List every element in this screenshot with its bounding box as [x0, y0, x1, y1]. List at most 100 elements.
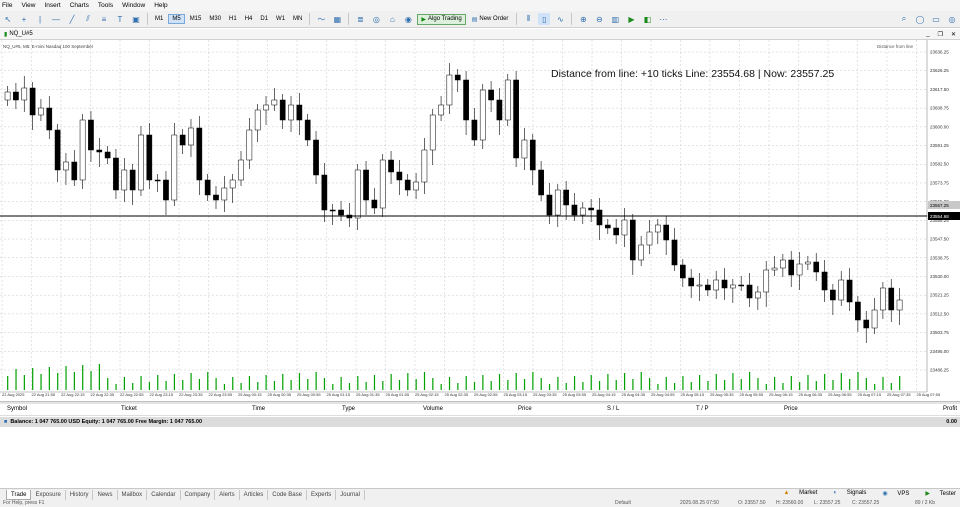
price-tick-label: 23495.00 [930, 349, 949, 354]
col-symbol[interactable]: Symbol [7, 406, 27, 412]
candle-body [730, 284, 736, 289]
balance-icon: ■ [4, 419, 8, 425]
candle-body [138, 134, 144, 191]
line-chart-icon[interactable]: ∿ [554, 13, 566, 25]
toolbar: ↖ + | — ╱ ⫽ ≡ T ▣ M1 M5 M15 M30 H1 H4 D1… [0, 11, 960, 28]
cursor-icon[interactable]: ↖ [2, 13, 14, 25]
col-price-current[interactable]: Price [784, 406, 798, 412]
time-tick-label: 22 Aug 23:55 [209, 392, 233, 397]
tab-experts[interactable]: Experts [307, 489, 337, 500]
templates-icon[interactable]: ▦ [331, 13, 343, 25]
chat-icon[interactable]: ▭ [930, 13, 942, 25]
candle-body [688, 277, 695, 287]
volume-bar [707, 381, 709, 390]
vertical-line-icon[interactable]: | [34, 13, 46, 25]
chart-tab[interactable]: ▮ NQ_U#5 [0, 31, 37, 38]
tf-m30[interactable]: M30 [206, 15, 224, 23]
price-chart[interactable]: 23636.25 23626.25 23617.50 23608.75 23600.00… [0, 40, 960, 400]
volume-bar [107, 378, 109, 390]
tile-windows-icon[interactable]: ▥ [609, 13, 621, 25]
col-price[interactable]: Price [518, 406, 532, 412]
zoom-in-icon[interactable]: ⊕ [577, 13, 589, 25]
tf-h1[interactable]: H1 [226, 15, 240, 23]
ide-icon[interactable]: ≣ [354, 13, 366, 25]
tab-company[interactable]: Company [181, 489, 216, 500]
menu-charts[interactable]: Charts [68, 2, 96, 9]
tab-mailbox[interactable]: Mailbox [118, 489, 148, 500]
grid-icon[interactable]: ⋯ [657, 13, 669, 25]
menu-help[interactable]: Help [152, 2, 174, 9]
menu-tools[interactable]: Tools [96, 2, 120, 9]
tf-w1[interactable]: W1 [273, 15, 288, 23]
menu-view[interactable]: View [19, 2, 42, 9]
col-profit[interactable]: Profit [943, 406, 957, 412]
horizontal-line-icon[interactable]: — [50, 13, 62, 25]
candlestick-icon[interactable]: ▯ [538, 13, 551, 25]
candle-body [129, 169, 136, 191]
volume-bar [15, 369, 17, 390]
tab-history[interactable]: History [66, 489, 94, 500]
col-type[interactable]: Type [342, 406, 355, 412]
tab-exposure[interactable]: Exposure [31, 489, 66, 500]
text-icon[interactable]: T [114, 13, 126, 25]
autoscroll-icon[interactable]: ▶ [625, 13, 637, 25]
menu-file[interactable]: File [0, 2, 19, 9]
channel-icon[interactable]: ⫽ [82, 13, 94, 25]
indicators-icon[interactable]: 〜 [315, 13, 327, 25]
col-time[interactable]: Time [252, 406, 265, 412]
vps-tab[interactable]: ◉ VPS [874, 490, 909, 497]
trendline-icon[interactable]: ╱ [66, 13, 78, 25]
balance-row[interactable]: ■ Balance: 1 047 765.00 USD Equity: 1 04… [0, 417, 960, 427]
market-tab[interactable]: ▲ Market [775, 490, 817, 497]
volume-bar [590, 375, 592, 390]
tab-trade[interactable]: Trade [6, 489, 32, 500]
search-icon[interactable]: ⌕ [898, 13, 910, 25]
algo-trading-button[interactable]: ▶ Algo Trading [417, 13, 466, 25]
time-tick-label: 22 Aug 23:35 [179, 392, 203, 397]
tab-code-base[interactable]: Code Base [268, 489, 307, 500]
volume-bar [648, 378, 651, 390]
tab-calendar[interactable]: Calendar [147, 489, 181, 500]
community-icon[interactable]: ◎ [946, 13, 958, 25]
crosshair-icon[interactable]: + [18, 13, 30, 25]
tf-h4[interactable]: H4 [242, 15, 256, 23]
account-user-icon[interactable]: ◯ [914, 13, 926, 25]
new-order-button[interactable]: ▤ New Order [468, 14, 513, 25]
volume-bar [532, 372, 534, 390]
market-icon[interactable]: ⌂ [386, 13, 398, 25]
signals-tab[interactable]: ◐ Signals [825, 490, 866, 497]
bar-chart-icon[interactable]: ⫴ [522, 13, 534, 25]
chart-canvas[interactable]: 23636.25 23626.25 23617.50 23608.75 23600.00… [0, 40, 960, 400]
window-minimize-icon[interactable]: _ [922, 31, 933, 37]
tf-d1[interactable]: D1 [257, 15, 271, 23]
volume-bar [498, 374, 501, 390]
tester-tab[interactable]: ▶ Tester [917, 490, 956, 497]
database-icon[interactable]: ◎ [370, 13, 382, 25]
tab-news[interactable]: News [93, 489, 118, 500]
balance-text: Balance: 1 047 765.00 USD Equity: 1 047 … [10, 419, 203, 425]
tf-mn[interactable]: MN [290, 15, 305, 23]
col-tp[interactable]: T / P [696, 406, 709, 412]
tf-m15[interactable]: M15 [187, 15, 205, 23]
window-restore-icon[interactable]: ❐ [934, 31, 947, 38]
chart-shift-icon[interactable]: ◧ [641, 13, 653, 25]
window-close-icon[interactable]: ✕ [947, 31, 960, 38]
time-tick-label: 25 Aug 01:35 [356, 392, 380, 397]
fibonacci-icon[interactable]: ≡ [98, 13, 110, 25]
account-icon[interactable]: ◉ [402, 13, 414, 25]
col-sl[interactable]: S / L [607, 406, 619, 412]
menu-window[interactable]: Window [120, 2, 152, 9]
zoom-out-icon[interactable]: ⊖ [593, 13, 605, 25]
volume-bar [715, 374, 717, 390]
shapes-icon[interactable]: ▣ [130, 13, 142, 25]
tab-journal[interactable]: Journal [336, 489, 365, 500]
tab-articles[interactable]: Articles [240, 489, 269, 500]
candle-body [396, 171, 403, 181]
tf-m1[interactable]: M1 [152, 15, 166, 23]
col-volume[interactable]: Volume [423, 406, 443, 412]
tf-m5[interactable]: M5 [168, 14, 185, 24]
tab-alerts[interactable]: Alerts [215, 489, 240, 500]
col-ticket[interactable]: Ticket [121, 406, 137, 412]
candle-body [721, 279, 728, 289]
menu-insert[interactable]: Insert [42, 2, 67, 9]
